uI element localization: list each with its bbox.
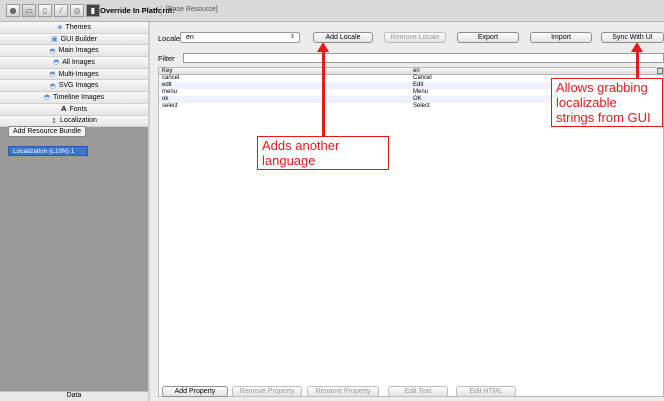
edit-text-button[interactable]: Edit Text xyxy=(388,386,448,397)
select-arrows-icon: ⇕ xyxy=(289,34,295,40)
locale-value: en xyxy=(186,34,194,41)
image-icon: ◓ xyxy=(49,81,56,90)
column-header-key[interactable]: Key xyxy=(162,68,172,74)
themes-icon: ◈ xyxy=(57,23,63,32)
remove-locale-button[interactable]: Remove Locale xyxy=(384,32,446,43)
sidebar-item-label: SVG Images xyxy=(58,82,99,90)
settings-icon[interactable]: ◎ xyxy=(70,4,84,17)
export-button[interactable]: Export xyxy=(457,32,519,43)
bundle-list-item[interactable]: Localization (L10N) 1 xyxy=(8,146,88,156)
edit-html-button[interactable]: Edit HTML xyxy=(456,386,516,397)
localization-icon: ↕ xyxy=(51,116,57,125)
key-cell: edit xyxy=(162,82,172,88)
override-platform-select[interactable]: [Base Resource] xyxy=(161,6,218,16)
value-cell[interactable]: Select xyxy=(413,103,430,110)
annotation-arrow-line xyxy=(636,52,639,78)
sidebar-item-multi-images[interactable]: ◓ Multi-Images xyxy=(0,68,148,81)
image-icon: ◓ xyxy=(49,46,56,55)
key-cell: menu xyxy=(162,89,178,95)
sidebar-item-data[interactable]: Data xyxy=(0,391,148,401)
add-property-button[interactable]: Add Property xyxy=(162,386,228,397)
annotation-add-language: Adds another language xyxy=(257,136,389,170)
sidebar-item-label: Fonts xyxy=(69,105,87,113)
table-header: Key en xyxy=(159,68,663,75)
record-icon[interactable]: ● xyxy=(6,4,20,17)
sidebar-item-main-images[interactable]: ◓ Main Images xyxy=(0,45,148,58)
sidebar-item-label: Themes xyxy=(65,23,91,31)
sidebar-item-themes[interactable]: ◈ Themes xyxy=(0,22,148,34)
sidebar-item-all-images[interactable]: ◓ All Images xyxy=(0,57,148,69)
add-resource-bundle-button[interactable]: Add Resource Bundle xyxy=(8,126,86,137)
annotation-arrowhead xyxy=(317,42,329,52)
gui-builder-icon: ▣ xyxy=(51,35,58,44)
image-icon: ◓ xyxy=(43,93,50,102)
image-icon: ◓ xyxy=(53,58,60,67)
key-cell: cancel xyxy=(162,75,180,81)
sidebar-item-label: Multi-Images xyxy=(58,70,99,78)
value-cell[interactable]: Menu xyxy=(413,89,428,96)
tool-icon[interactable]: ⁄ xyxy=(54,4,68,17)
font-icon: A xyxy=(61,105,67,114)
image-icon: ◓ xyxy=(49,70,56,79)
key-cell: ok xyxy=(162,96,169,102)
locale-select[interactable]: en ⇕ xyxy=(180,32,300,43)
annotation-grab-strings: Allows grabbing localizable strings from… xyxy=(551,78,663,127)
toolbar-icon-group: ● ▭ ▯ ⁄ ◎ ▮ xyxy=(6,4,100,17)
sidebar-item-fonts[interactable]: A Fonts xyxy=(0,103,148,116)
column-chooser-icon[interactable] xyxy=(657,68,663,74)
value-cell[interactable]: OK xyxy=(413,96,422,103)
document-icon[interactable]: ▯ xyxy=(38,4,52,17)
column-header-en[interactable]: en xyxy=(413,68,420,74)
sidebar-nav: ◈ Themes ▣ GUI Builder ◓ Main Images ◓ A… xyxy=(0,22,148,128)
property-toolbar: Add Property Remove Property Rename Prop… xyxy=(150,384,664,401)
sidebar-item-svg-images[interactable]: ◓ SVG Images xyxy=(0,80,148,93)
sidebar-item-gui-builder[interactable]: ▣ GUI Builder xyxy=(0,33,148,46)
sidebar-item-label: Timeline Images xyxy=(53,93,105,101)
value-cell[interactable]: Cancel xyxy=(413,75,432,82)
filter-input[interactable] xyxy=(183,53,664,63)
annotation-arrowhead xyxy=(631,42,643,52)
sidebar-item-label: Localization xyxy=(59,117,97,125)
key-cell: select xyxy=(162,103,178,109)
remove-property-button[interactable]: Remove Property xyxy=(232,386,302,397)
folder-icon[interactable]: ▭ xyxy=(22,4,36,17)
phone-icon[interactable]: ▮ xyxy=(86,4,100,17)
annotation-arrow-line xyxy=(322,52,325,136)
value-cell[interactable]: Edit xyxy=(413,82,423,89)
sidebar-item-timeline-images[interactable]: ◓ Timeline Images xyxy=(0,92,148,104)
rename-property-button[interactable]: Rename Property xyxy=(307,386,379,397)
locale-label: Locale xyxy=(158,34,181,43)
top-toolbar: ● ▭ ▯ ⁄ ◎ ▮ Override In Platform: [Base … xyxy=(0,0,664,22)
sidebar-item-label: GUI Builder xyxy=(60,35,97,43)
sidebar: ◈ Themes ▣ GUI Builder ◓ Main Images ◓ A… xyxy=(0,22,148,401)
sidebar-item-label: All Images xyxy=(62,58,95,66)
sidebar-item-label: Main Images xyxy=(58,47,99,55)
filter-label: Filter xyxy=(158,54,175,63)
import-button[interactable]: Import xyxy=(530,32,592,43)
